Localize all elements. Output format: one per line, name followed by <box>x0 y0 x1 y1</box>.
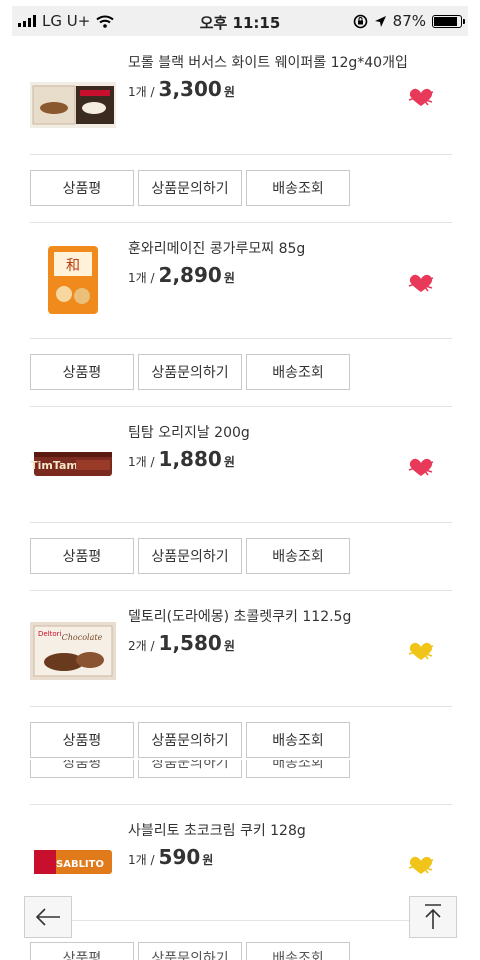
product-image: SABLITO <box>34 850 112 874</box>
delivery-button[interactable]: 배송조회 <box>246 722 350 758</box>
product-item[interactable]: TimTam 팀탐 오리지날 200g 1개 / 1,880 원 <box>30 422 452 542</box>
product-item[interactable]: 和 훈와리메이진 콩가루모찌 85g 1개 / 2,890 원 <box>30 238 452 358</box>
action-row: 상품평 상품문의하기 배송조회 <box>30 354 452 390</box>
inquiry-button[interactable]: 상품문의하기 <box>138 760 242 778</box>
price-line: 1개 / 3,300 원 <box>128 77 235 101</box>
product-image: 和 <box>48 246 98 314</box>
arrow-left-icon <box>35 908 60 926</box>
quantity: 1개 / <box>128 85 155 99</box>
currency: 원 <box>223 639 235 653</box>
divider <box>30 406 452 407</box>
heart-icon[interactable] <box>406 640 436 662</box>
divider <box>30 920 452 921</box>
delivery-button[interactable]: 배송조회 <box>246 538 350 574</box>
quantity: 1개 / <box>128 455 155 469</box>
currency: 원 <box>223 455 235 469</box>
product-image: TimTam <box>30 452 112 476</box>
battery-fill <box>434 16 457 26</box>
price: 1,580 <box>158 631 222 655</box>
price-line: 1개 / 1,880 원 <box>128 447 235 471</box>
divider <box>30 338 452 339</box>
price: 590 <box>158 845 201 869</box>
product-name[interactable]: 사블리토 초코크림 쿠키 128g <box>128 820 306 840</box>
battery-percent: 87% <box>392 12 426 30</box>
rotation-lock-icon <box>353 14 367 28</box>
product-name[interactable]: 델토리(도라에몽) 초콜렛쿠키 112.5g <box>128 606 351 626</box>
status-right: 87% <box>353 12 465 30</box>
price-line: 1개 / 2,890 원 <box>128 263 235 287</box>
price: 2,890 <box>158 263 222 287</box>
heart-icon[interactable] <box>406 86 436 108</box>
action-row: 상품평 상품문의하기 배송조회 <box>30 170 452 206</box>
review-button[interactable]: 상품평 <box>30 760 134 778</box>
currency: 원 <box>223 85 235 99</box>
delivery-button[interactable]: 배송조회 <box>246 170 350 206</box>
quantity: 1개 / <box>128 853 155 867</box>
heart-icon[interactable] <box>406 456 436 478</box>
product-item[interactable]: Deltori Chocolate 델토리(도라에몽) 초콜렛쿠키 112.5g… <box>30 606 452 726</box>
back-button[interactable] <box>24 896 72 938</box>
delivery-button[interactable]: 배송조회 <box>246 760 350 778</box>
action-row-clipped: 상품평 상품문의하기 배송조회 <box>30 760 452 778</box>
delivery-button[interactable]: 배송조회 <box>246 354 350 390</box>
action-row-partial: 상품평 상품문의하기 배송조회 <box>30 942 452 960</box>
status-bar: LG U+ 오후 11:15 87% <box>12 6 468 36</box>
quantity: 2개 / <box>128 639 155 653</box>
inquiry-button[interactable]: 상품문의하기 <box>138 170 242 206</box>
product-image: Deltori Chocolate <box>30 622 116 680</box>
product-image <box>30 82 116 128</box>
quantity: 1개 / <box>128 271 155 285</box>
product-item[interactable]: SABLITO 사블리토 초코크림 쿠키 128g 1개 / 590 원 <box>30 820 452 940</box>
svg-text:Deltori: Deltori <box>38 630 62 638</box>
product-name[interactable]: 훈와리메이진 콩가루모찌 85g <box>128 238 305 258</box>
svg-text:和: 和 <box>66 258 80 274</box>
inquiry-button[interactable]: 상품문의하기 <box>138 354 242 390</box>
divider <box>30 154 452 155</box>
action-row: 상품평 상품문의하기 배송조회 <box>30 722 452 758</box>
svg-text:Chocolate: Chocolate <box>62 633 103 642</box>
inquiry-button[interactable]: 상품문의하기 <box>138 722 242 758</box>
price-line: 1개 / 590 원 <box>128 845 213 869</box>
review-button[interactable]: 상품평 <box>30 170 134 206</box>
review-button[interactable]: 상품평 <box>30 354 134 390</box>
svg-text:SABLITO: SABLITO <box>56 859 104 870</box>
divider <box>30 222 452 223</box>
svg-text:TimTam: TimTam <box>30 459 78 472</box>
review-button[interactable]: 상품평 <box>30 538 134 574</box>
heart-icon[interactable] <box>406 854 436 876</box>
price-line: 2개 / 1,580 원 <box>128 631 235 655</box>
divider <box>30 804 452 805</box>
inquiry-button[interactable]: 상품문의하기 <box>138 942 242 960</box>
arrow-up-icon <box>425 904 441 929</box>
location-arrow-icon <box>374 15 386 27</box>
price: 1,880 <box>158 447 222 471</box>
heart-icon[interactable] <box>406 272 436 294</box>
battery-icon <box>432 14 465 28</box>
review-button[interactable]: 상품평 <box>30 722 134 758</box>
review-button[interactable]: 상품평 <box>30 942 134 960</box>
action-row: 상품평 상품문의하기 배송조회 <box>30 538 452 574</box>
currency: 원 <box>202 853 214 867</box>
scroll-top-button[interactable] <box>409 896 457 938</box>
inquiry-button[interactable]: 상품문의하기 <box>138 538 242 574</box>
divider <box>30 590 452 591</box>
currency: 원 <box>223 271 235 285</box>
delivery-button[interactable]: 배송조회 <box>246 942 350 960</box>
product-name[interactable]: 모롤 블랙 버서스 화이트 웨이퍼롤 12g*40개입 <box>128 52 408 72</box>
divider <box>30 522 452 523</box>
price: 3,300 <box>158 77 222 101</box>
divider <box>30 706 452 707</box>
product-name[interactable]: 팀탐 오리지날 200g <box>128 422 250 442</box>
